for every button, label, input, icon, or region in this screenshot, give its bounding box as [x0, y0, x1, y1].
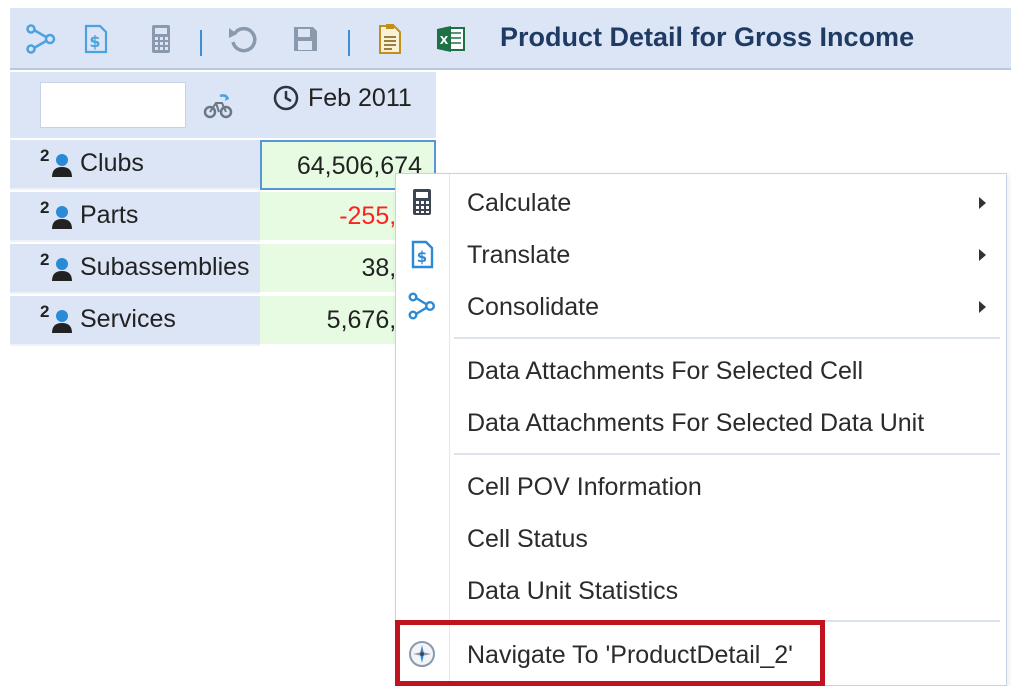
- toolbar-separator: [348, 30, 350, 56]
- menu-item-cell-pov-information[interactable]: Cell POV Information: [396, 461, 1006, 513]
- menu-item-label: Consolidate: [467, 293, 600, 321]
- svg-text:$: $: [417, 248, 427, 266]
- menu-item-label: Data Attachments For Selected Cell: [467, 357, 864, 385]
- highlight-annotation-box: [395, 620, 825, 686]
- translate-icon: $: [411, 240, 434, 269]
- row-level: 2: [40, 302, 50, 321]
- menu-item-label: Data Attachments For Selected Data Unit: [467, 409, 925, 437]
- context-menu: Calculate $ Translate Consolidate Data A…: [395, 173, 1007, 686]
- svg-text:$: $: [89, 32, 100, 51]
- menu-item-label: Cell POV Information: [467, 473, 702, 501]
- column-header-feb-2011[interactable]: Feb 2011: [260, 72, 436, 138]
- grid-corner-header: [10, 72, 260, 138]
- toolbar-separator: [200, 30, 202, 56]
- row-level: 2: [40, 146, 50, 165]
- consolidate-icon: [408, 292, 436, 320]
- row-header-services[interactable]: 2 Services: [10, 296, 260, 346]
- menu-item-data-attachments-cell[interactable]: Data Attachments For Selected Cell: [396, 345, 1006, 397]
- menu-separator: [454, 453, 1000, 455]
- menu-item-calculate[interactable]: Calculate: [396, 177, 1006, 229]
- person-icon: [52, 258, 72, 281]
- row-header-subassemblies[interactable]: 2 Subassemblies: [10, 244, 260, 294]
- menu-item-data-unit-statistics[interactable]: Data Unit Statistics: [396, 565, 1006, 617]
- document-icon[interactable]: [372, 22, 406, 56]
- page-title: Product Detail for Gross Income: [500, 22, 915, 52]
- row-header-parts[interactable]: 2 Parts: [10, 192, 260, 242]
- submenu-arrow-icon: [979, 249, 986, 261]
- consolidate-icon[interactable]: [24, 22, 58, 56]
- menu-separator: [454, 337, 1000, 339]
- translate-icon[interactable]: $: [78, 22, 112, 56]
- menu-item-label: Calculate: [467, 189, 572, 217]
- svg-text:X: X: [440, 34, 449, 47]
- person-icon: [52, 310, 72, 333]
- person-icon: [52, 206, 72, 229]
- calculator-icon: [413, 189, 431, 215]
- row-level: 2: [40, 250, 50, 269]
- column-header-label: Feb 2011: [308, 84, 412, 112]
- row-level: 2: [40, 198, 50, 217]
- bicycle-icon[interactable]: [202, 90, 234, 122]
- toolbar: $ X Product Detail for Gross Income: [10, 8, 1011, 70]
- row-label: Parts: [80, 201, 139, 229]
- row-label: Services: [80, 305, 176, 333]
- submenu-arrow-icon: [979, 197, 986, 209]
- clock-icon: [273, 85, 299, 111]
- submenu-arrow-icon: [979, 301, 986, 313]
- save-icon[interactable]: [288, 22, 322, 56]
- calculate-icon[interactable]: [144, 22, 178, 56]
- grid-filter-input[interactable]: [40, 82, 186, 128]
- menu-item-label: Data Unit Statistics: [467, 577, 679, 605]
- menu-item-translate[interactable]: $ Translate: [396, 229, 1006, 281]
- row-label: Clubs: [80, 149, 144, 177]
- excel-icon[interactable]: X: [434, 22, 468, 56]
- row-label: Subassemblies: [80, 253, 250, 281]
- menu-item-cell-status[interactable]: Cell Status: [396, 513, 1006, 565]
- row-header-clubs[interactable]: 2 Clubs: [10, 140, 260, 190]
- menu-item-data-attachments-data-unit[interactable]: Data Attachments For Selected Data Unit: [396, 397, 1006, 449]
- refresh-icon[interactable]: [226, 22, 260, 56]
- menu-item-label: Translate: [467, 241, 571, 269]
- person-icon: [52, 154, 72, 177]
- menu-item-consolidate[interactable]: Consolidate: [396, 281, 1006, 333]
- menu-item-label: Cell Status: [467, 525, 588, 553]
